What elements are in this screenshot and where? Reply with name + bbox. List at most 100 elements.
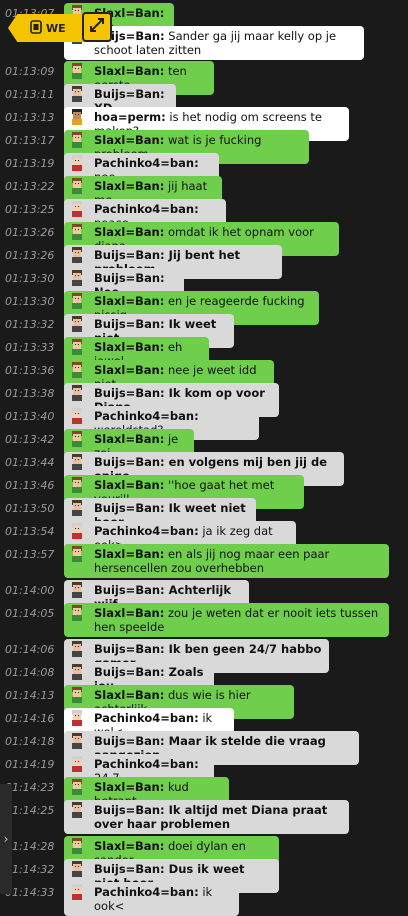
message-timestamp: 01:13:54 <box>5 525 55 538</box>
message-timestamp: 01:13:09 <box>5 65 55 78</box>
message-username[interactable]: Slaxl=Ban: <box>94 225 164 239</box>
avatar-icon[interactable] <box>66 581 88 599</box>
message-timestamp: 01:13:17 <box>5 134 55 147</box>
room-badge[interactable]: WE <box>8 14 86 42</box>
message-username[interactable]: Buijs=Ban: <box>94 501 165 515</box>
avatar-icon[interactable] <box>66 361 88 379</box>
avatar-icon[interactable] <box>66 499 88 517</box>
avatar-icon[interactable] <box>66 709 88 727</box>
message-username[interactable]: Slaxl=Ban: <box>94 133 164 147</box>
avatar-icon[interactable] <box>66 476 88 494</box>
expand-button[interactable] <box>82 12 112 42</box>
message-timestamp: 01:14:16 <box>5 712 55 725</box>
message-username[interactable]: Buijs=Ban: <box>94 803 165 817</box>
avatar-icon[interactable] <box>66 200 88 218</box>
message-username[interactable]: Buijs=Ban: <box>94 455 165 469</box>
avatar-icon[interactable] <box>66 384 88 402</box>
message-username[interactable]: Buijs=Ban: <box>94 862 165 876</box>
message-timestamp: 01:14:19 <box>5 758 55 771</box>
message-username[interactable]: Buijs=Ban: <box>94 271 165 285</box>
message-username[interactable]: Slaxl=Ban: <box>94 363 164 377</box>
message-username[interactable]: Buijs=Ban: <box>94 248 165 262</box>
message-timestamp: 01:13:22 <box>5 180 55 193</box>
message-timestamp: 01:13:50 <box>5 502 55 515</box>
message-timestamp: 01:14:23 <box>5 781 55 794</box>
avatar-icon[interactable] <box>66 640 88 658</box>
avatar-icon[interactable] <box>66 85 88 103</box>
message-username[interactable]: Pachinko4=ban: <box>94 711 199 725</box>
message-username[interactable]: Slaxl=Ban: <box>94 64 164 78</box>
message-timestamp: 01:13:36 <box>5 364 55 377</box>
message-username[interactable]: Pachinko4=ban: <box>94 409 199 423</box>
message-username[interactable]: Buijs=Ban: <box>94 734 165 748</box>
message-username[interactable]: Buijs=Ban: <box>94 87 165 101</box>
message-username[interactable]: hoa=perm: <box>94 110 166 124</box>
message-username[interactable]: Buijs=Ban: <box>94 583 165 597</box>
message-username[interactable]: Slaxl=Ban: <box>94 839 164 853</box>
avatar-icon[interactable] <box>66 177 88 195</box>
message-bubble[interactable]: Pachinko4=ban: ik ook< <box>64 882 239 916</box>
message-username[interactable]: Slaxl=Ban: <box>94 478 164 492</box>
message-timestamp: 01:13:26 <box>5 226 55 239</box>
avatar-icon[interactable] <box>66 778 88 796</box>
avatar-icon[interactable] <box>66 663 88 681</box>
message-timestamp: 01:13:25 <box>5 203 55 216</box>
avatar-icon[interactable] <box>66 545 88 563</box>
message-username[interactable]: Pachinko4=ban: <box>94 757 199 771</box>
avatar-icon[interactable] <box>66 732 88 750</box>
message-username[interactable]: Buijs=Ban: <box>94 642 165 656</box>
message-username[interactable]: Pachinko4=ban: <box>94 202 199 216</box>
avatar-icon[interactable] <box>66 522 88 540</box>
message-username[interactable]: Pachinko4=ban: <box>94 885 199 899</box>
avatar-icon[interactable] <box>66 453 88 471</box>
message-timestamp: 01:13:30 <box>5 295 55 308</box>
message-timestamp: 01:13:30 <box>5 272 55 285</box>
message-bubble[interactable]: Slaxl=Ban: en als jij nog maar een paar … <box>64 544 389 578</box>
message-timestamp: 01:14:08 <box>5 666 55 679</box>
message-username[interactable]: Slaxl=Ban: <box>94 432 164 446</box>
message-username[interactable]: Slaxl=Ban: <box>94 294 164 308</box>
avatar-icon[interactable] <box>66 860 88 878</box>
avatar-icon[interactable] <box>66 686 88 704</box>
message-username[interactable]: Pachinko4=ban: <box>94 524 199 538</box>
message-username[interactable]: Slaxl=Ban: <box>94 340 164 354</box>
expand-icon <box>89 17 105 37</box>
message-bubble[interactable]: Slaxl=Ban: zou je weten dat er nooit iet… <box>64 603 389 637</box>
message-username[interactable]: Pachinko4=ban: <box>94 156 199 170</box>
message-timestamp: 01:13:26 <box>5 249 55 262</box>
chevron-right-icon: › <box>3 832 9 846</box>
avatar-icon[interactable] <box>66 338 88 356</box>
avatar-icon[interactable] <box>66 62 88 80</box>
message-timestamp: 01:14:06 <box>5 643 55 656</box>
message-timestamp: 01:14:05 <box>5 607 55 620</box>
avatar-icon[interactable] <box>66 154 88 172</box>
message-username[interactable]: Slaxl=Ban: <box>94 780 164 794</box>
message-timestamp: 01:14:32 <box>5 863 55 876</box>
avatar-icon[interactable] <box>66 131 88 149</box>
message-username[interactable]: Buijs=Ban: <box>94 317 165 331</box>
message-timestamp: 01:14:13 <box>5 689 55 702</box>
message-username[interactable]: Slaxl=Ban: <box>94 688 164 702</box>
avatar-icon[interactable] <box>66 292 88 310</box>
avatar-icon[interactable] <box>66 837 88 855</box>
message-timestamp: 01:13:38 <box>5 387 55 400</box>
avatar-icon[interactable] <box>66 269 88 287</box>
avatar-icon[interactable] <box>66 604 88 622</box>
message-bubble[interactable]: Buijs=Ban: Ik altijd met Diana praat ove… <box>64 800 349 834</box>
message-username[interactable]: Slaxl=Ban: <box>94 547 164 561</box>
message-username[interactable]: Buijs=Ban: <box>94 665 165 679</box>
avatar-icon[interactable] <box>66 315 88 333</box>
avatar-icon[interactable] <box>66 108 88 126</box>
avatar-icon[interactable] <box>66 883 88 901</box>
avatar-icon[interactable] <box>66 755 88 773</box>
avatar-icon[interactable] <box>66 246 88 264</box>
avatar-icon[interactable] <box>66 801 88 819</box>
message-username[interactable]: Slaxl=Ban: <box>94 179 164 193</box>
message-username[interactable]: Buijs=Ban: <box>94 386 165 400</box>
message-timestamp: 01:14:28 <box>5 840 55 853</box>
side-panel-toggle[interactable]: › <box>0 784 12 894</box>
avatar-icon[interactable] <box>66 407 88 425</box>
avatar-icon[interactable] <box>66 430 88 448</box>
message-username[interactable]: Slaxl=Ban: <box>94 606 164 620</box>
avatar-icon[interactable] <box>66 223 88 241</box>
